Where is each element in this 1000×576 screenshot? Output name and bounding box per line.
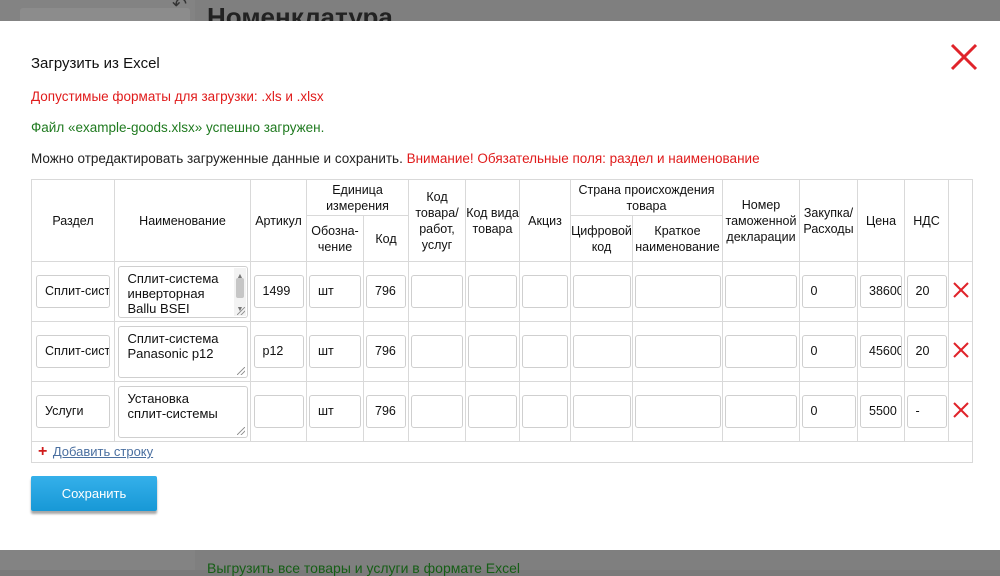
- col-header-country: Страна происхождения товара: [570, 179, 723, 216]
- excise-input[interactable]: [522, 275, 568, 308]
- name-textarea[interactable]: Сплит-система Panasonic p12: [117, 325, 248, 378]
- article-input[interactable]: p12: [253, 335, 304, 368]
- vat-input[interactable]: -: [906, 395, 947, 428]
- required-fields-warning: Внимание! Обязательные поля: раздел и на…: [406, 151, 760, 166]
- article-input[interactable]: 1499: [253, 275, 304, 308]
- edit-note-message: Можно отредактировать загруженные данные…: [31, 151, 760, 166]
- import-table: Раздел Наименование Артикул Единица изме…: [31, 179, 973, 463]
- goods-type-code-input[interactable]: [468, 335, 517, 368]
- col-header-excise: Акциз: [519, 179, 571, 262]
- resize-grip-icon[interactable]: [236, 306, 245, 315]
- delete-row-icon[interactable]: [952, 281, 970, 299]
- name-text: Сплит-система инверторная Ballu BSEI: [127, 270, 219, 316]
- col-header-customs: Номер таможенной декларации: [722, 179, 800, 262]
- article-input[interactable]: [253, 395, 304, 428]
- section-input[interactable]: Услуги: [36, 395, 110, 428]
- add-row-cell: + Добавить строку: [31, 441, 973, 463]
- col-header-goods-code: Код товара/ работ, услуг: [408, 179, 466, 262]
- vat-input[interactable]: 20: [906, 275, 947, 308]
- excise-input[interactable]: [522, 335, 568, 368]
- col-header-unit-code: Код: [363, 215, 409, 262]
- goods-code-input[interactable]: [411, 275, 463, 308]
- back-arrow-icon: ↶: [172, 0, 188, 14]
- delete-row-icon[interactable]: [952, 401, 970, 419]
- country-name-input[interactable]: [634, 335, 721, 368]
- customs-input[interactable]: [725, 275, 797, 308]
- upload-success-message: Файл «example-goods.xlsx» успешно загруж…: [31, 120, 325, 135]
- col-header-unit-designation: Обозна-чение: [306, 215, 364, 262]
- col-header-unit: Единица измерения: [306, 179, 409, 216]
- col-header-goods-type-code: Код вида товара: [465, 179, 520, 262]
- allowed-formats-message: Допустимые форматы для загрузки: .xls и …: [31, 89, 324, 104]
- unit-code-input[interactable]: 796: [366, 275, 406, 308]
- unit-input[interactable]: шт: [309, 275, 361, 308]
- edit-note-text: Можно отредактировать загруженные данные…: [31, 151, 403, 166]
- customs-input[interactable]: [725, 395, 797, 428]
- section-input[interactable]: Сплит-система: [36, 275, 110, 308]
- goods-code-input[interactable]: [411, 395, 463, 428]
- col-header-price: Цена: [857, 179, 905, 262]
- excise-input[interactable]: [522, 395, 568, 428]
- purchase-input[interactable]: 0: [801, 395, 856, 428]
- price-input[interactable]: 38600: [860, 275, 902, 308]
- section-input[interactable]: Сплит-система: [36, 335, 110, 368]
- unit-code-input[interactable]: 796: [366, 395, 406, 428]
- goods-type-code-input[interactable]: [468, 275, 517, 308]
- col-header-name: Наименование: [114, 179, 251, 262]
- col-header-country-short: Краткое наименование: [632, 215, 723, 262]
- resize-grip-icon[interactable]: [236, 366, 245, 375]
- name-textarea[interactable]: Установка сплит-системы: [117, 385, 248, 438]
- country-name-input[interactable]: [634, 275, 721, 308]
- goods-type-code-input[interactable]: [468, 395, 517, 428]
- table-row: Услуги Установка сплит-системы шт 796 0 …: [31, 381, 973, 442]
- col-header-article: Артикул: [250, 179, 307, 262]
- add-row-link[interactable]: Добавить строку: [53, 444, 153, 459]
- purchase-input[interactable]: 0: [801, 335, 856, 368]
- import-excel-modal: Загрузить из Excel Допустимые форматы дл…: [0, 21, 1000, 550]
- purchase-input[interactable]: 0: [801, 275, 856, 308]
- plus-icon[interactable]: +: [38, 443, 47, 460]
- table-row: Сплит-система Сплит-система Panasonic p1…: [31, 321, 973, 382]
- unit-input[interactable]: шт: [309, 395, 361, 428]
- unit-input[interactable]: шт: [309, 335, 361, 368]
- delete-row-icon[interactable]: [952, 341, 970, 359]
- col-header-vat: НДС: [904, 179, 949, 262]
- modal-title: Загрузить из Excel: [31, 55, 160, 72]
- name-text: Сплит-система Panasonic p12: [127, 330, 219, 361]
- goods-code-input[interactable]: [411, 335, 463, 368]
- country-code-input[interactable]: [572, 275, 631, 308]
- country-name-input[interactable]: [634, 395, 721, 428]
- country-code-input[interactable]: [572, 335, 631, 368]
- scroll-thumb[interactable]: [235, 277, 244, 298]
- name-text: Установка сплит-системы: [127, 390, 218, 421]
- save-button[interactable]: Сохранить: [31, 476, 157, 511]
- price-input[interactable]: 5500: [860, 395, 902, 428]
- table-row: Сплит-система Сплит-система инверторная …: [31, 261, 973, 322]
- background-export-link: Выгрузить все товары и услуги в формате …: [207, 560, 520, 576]
- col-header-country-digital: Цифровой код: [570, 215, 633, 262]
- price-input[interactable]: 45600: [860, 335, 902, 368]
- customs-input[interactable]: [725, 335, 797, 368]
- vat-input[interactable]: 20: [906, 335, 947, 368]
- close-icon[interactable]: [949, 42, 979, 72]
- country-code-input[interactable]: [572, 395, 631, 428]
- unit-code-input[interactable]: 796: [366, 335, 406, 368]
- col-header-purchase: Закупка/ Расходы: [799, 179, 858, 262]
- col-header-actions: [948, 179, 973, 262]
- name-textarea[interactable]: Сплит-система инверторная Ballu BSEI ▲ ▼: [117, 265, 248, 318]
- resize-grip-icon[interactable]: [236, 426, 245, 435]
- col-header-section: Раздел: [31, 179, 115, 262]
